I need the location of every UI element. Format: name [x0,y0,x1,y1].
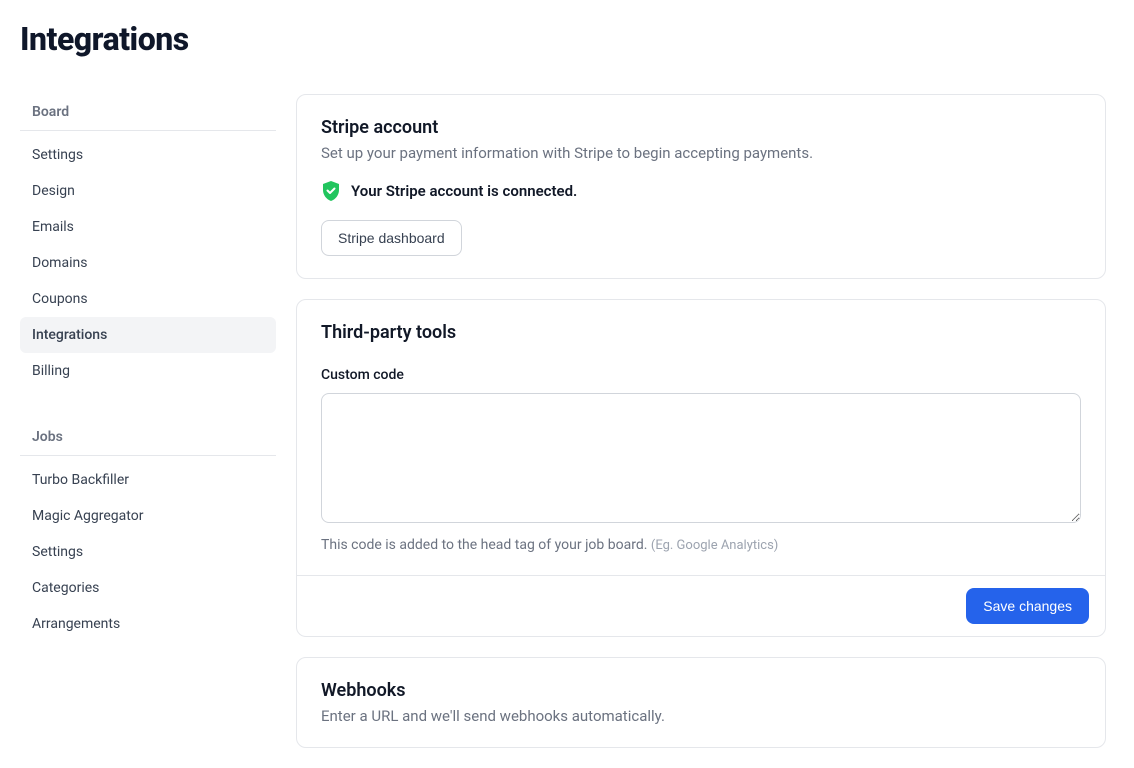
stripe-title: Stripe account [321,117,1081,138]
layout: Board Settings Design Emails Domains Cou… [20,94,1106,768]
stripe-dashboard-button[interactable]: Stripe dashboard [321,220,462,256]
sidebar-item-emails[interactable]: Emails [20,209,276,245]
page-title: Integrations [20,20,1106,58]
custom-code-help: This code is added to the head tag of yo… [321,537,1081,553]
main-content: Stripe account Set up your payment infor… [296,94,1106,768]
stripe-status-row: Your Stripe account is connected. [321,180,1081,202]
webhooks-description: Enter a URL and we'll send webhooks auto… [321,707,1081,725]
sidebar-item-integrations[interactable]: Integrations [20,317,276,353]
sidebar-item-design[interactable]: Design [20,173,276,209]
third-party-card: Third-party tools Custom code This code … [296,299,1106,637]
custom-code-label: Custom code [321,367,1081,383]
sidebar-item-arrangements[interactable]: Arrangements [20,606,276,642]
sidebar-section-title: Board [20,94,276,131]
sidebar-item-billing[interactable]: Billing [20,353,276,389]
custom-code-help-example: (Eg. Google Analytics) [651,538,778,553]
webhooks-title: Webhooks [321,680,1081,701]
sidebar-item-magic-aggregator[interactable]: Magic Aggregator [20,498,276,534]
sidebar-item-settings[interactable]: Settings [20,137,276,173]
sidebar-item-turbo-backfiller[interactable]: Turbo Backfiller [20,462,276,498]
save-changes-button[interactable]: Save changes [966,588,1089,624]
sidebar-item-coupons[interactable]: Coupons [20,281,276,317]
stripe-status-text: Your Stripe account is connected. [351,182,577,200]
custom-code-help-text: This code is added to the head tag of yo… [321,537,647,553]
stripe-description: Set up your payment information with Str… [321,144,1081,162]
sidebar-section-jobs: Jobs Turbo Backfiller Magic Aggregator S… [20,419,276,642]
sidebar-item-categories[interactable]: Categories [20,570,276,606]
webhooks-card: Webhooks Enter a URL and we'll send webh… [296,657,1106,748]
sidebar-item-domains[interactable]: Domains [20,245,276,281]
custom-code-input[interactable] [321,393,1081,523]
third-party-title: Third-party tools [321,322,1081,343]
sidebar: Board Settings Design Emails Domains Cou… [20,94,276,768]
third-party-footer: Save changes [297,575,1105,636]
shield-check-icon [321,180,341,202]
stripe-card: Stripe account Set up your payment infor… [296,94,1106,279]
sidebar-item-jobs-settings[interactable]: Settings [20,534,276,570]
sidebar-section-title: Jobs [20,419,276,456]
sidebar-section-board: Board Settings Design Emails Domains Cou… [20,94,276,389]
